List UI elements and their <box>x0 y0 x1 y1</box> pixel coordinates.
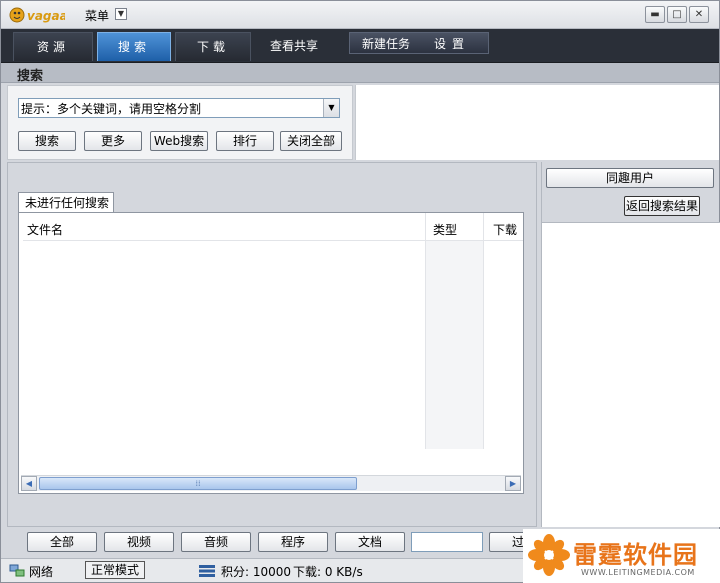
column-divider <box>425 213 426 449</box>
filter-bar: 全部 视频 音频 程序 文档 过 <box>1 529 541 557</box>
close-all-button[interactable]: 关闭全部 <box>280 131 342 151</box>
right-panel: 同趣用户 返回搜索结果 <box>541 162 720 527</box>
chevron-down-icon[interactable]: ▼ <box>323 99 339 117</box>
minimize-button[interactable]: ▬ <box>645 6 665 23</box>
points-label: 积分: 10000 <box>221 565 292 579</box>
search-panel: ▼ 搜索 更多 Web搜索 排行 关闭全部 <box>7 85 353 160</box>
result-list: 文件名 类型 下载 ◀ ⁞⁞ ▶ <box>18 212 524 494</box>
tab-settings[interactable]: 设置 <box>425 33 479 55</box>
filter-audio-button[interactable]: 音频 <box>181 532 251 552</box>
peers-button[interactable]: 同趣用户 <box>546 168 714 188</box>
preview-panel <box>355 85 719 160</box>
scroll-thumb[interactable]: ⁞⁞ <box>39 477 357 490</box>
col-filename[interactable]: 文件名 <box>27 221 63 238</box>
filter-document-button[interactable]: 文档 <box>335 532 405 552</box>
peer-list <box>542 222 720 527</box>
filter-video-button[interactable]: 视频 <box>104 532 174 552</box>
tab-resources[interactable]: 资源 <box>13 32 93 61</box>
ranking-button[interactable]: 排行 <box>216 131 274 151</box>
search-button[interactable]: 搜索 <box>18 131 76 151</box>
watermark: 雷霆软件园 WWW.LEITINGMEDIA.COM <box>523 529 720 583</box>
filter-all-button[interactable]: 全部 <box>27 532 97 552</box>
tab-download[interactable]: 下载 <box>175 32 251 61</box>
results-area: 未进行任何搜索 文件名 类型 下载 ◀ ⁞⁞ ▶ <box>7 162 537 527</box>
search-combobox[interactable]: ▼ <box>18 98 340 118</box>
watermark-url: WWW.LEITINGMEDIA.COM <box>581 568 695 577</box>
mode-badge[interactable]: 正常模式 <box>85 561 146 579</box>
title-bar: vagaa 菜单 ▼ ▬ □ ✕ <box>1 1 719 29</box>
close-button[interactable]: ✕ <box>689 6 709 23</box>
more-button[interactable]: 更多 <box>84 131 142 151</box>
watermark-logo-icon <box>528 534 570 576</box>
download-speed-label: 下载: 0 KB/s <box>293 565 363 579</box>
scroll-left-icon[interactable]: ◀ <box>21 476 37 491</box>
web-search-button[interactable]: Web搜索 <box>150 131 208 151</box>
search-input[interactable] <box>21 100 319 116</box>
app-window: vagaa 菜单 ▼ ▬ □ ✕ 资源 搜索 下载 查看共享 新建任务 设置 搜… <box>0 0 720 583</box>
network-label[interactable]: 网络 <box>29 563 53 580</box>
column-header: 文件名 类型 下载 <box>23 215 523 241</box>
menu-lines-icon <box>199 565 215 577</box>
page-title: 搜索 <box>17 69 44 84</box>
watermark-name: 雷霆软件园 <box>573 541 698 569</box>
main-nav: 资源 搜索 下载 查看共享 新建任务 设置 <box>1 29 719 63</box>
back-to-results-button[interactable]: 返回搜索结果 <box>624 196 700 216</box>
result-tab[interactable]: 未进行任何搜索 <box>18 192 114 213</box>
chevron-down-icon[interactable]: ▼ <box>115 8 127 20</box>
column-shade <box>425 241 483 449</box>
horizontal-scrollbar[interactable]: ◀ ⁞⁞ ▶ <box>21 475 521 491</box>
maximize-button[interactable]: □ <box>667 6 687 23</box>
vagaa-logo: vagaa <box>9 7 65 23</box>
filter-program-button[interactable]: 程序 <box>258 532 328 552</box>
col-download[interactable]: 下载 <box>493 221 517 238</box>
scroll-right-icon[interactable]: ▶ <box>505 476 521 491</box>
tab-new-task[interactable]: 新建任务 <box>355 33 417 55</box>
section-header: 搜索 <box>1 63 719 84</box>
tab-view-share[interactable]: 查看共享 <box>259 32 329 61</box>
main-menu[interactable]: 菜单 <box>85 7 109 24</box>
logo-text: vagaa <box>27 9 65 23</box>
col-type[interactable]: 类型 <box>433 221 457 238</box>
filter-input[interactable] <box>411 532 483 552</box>
network-icon <box>9 564 25 577</box>
tab-search[interactable]: 搜索 <box>97 32 171 61</box>
column-divider <box>483 213 484 449</box>
